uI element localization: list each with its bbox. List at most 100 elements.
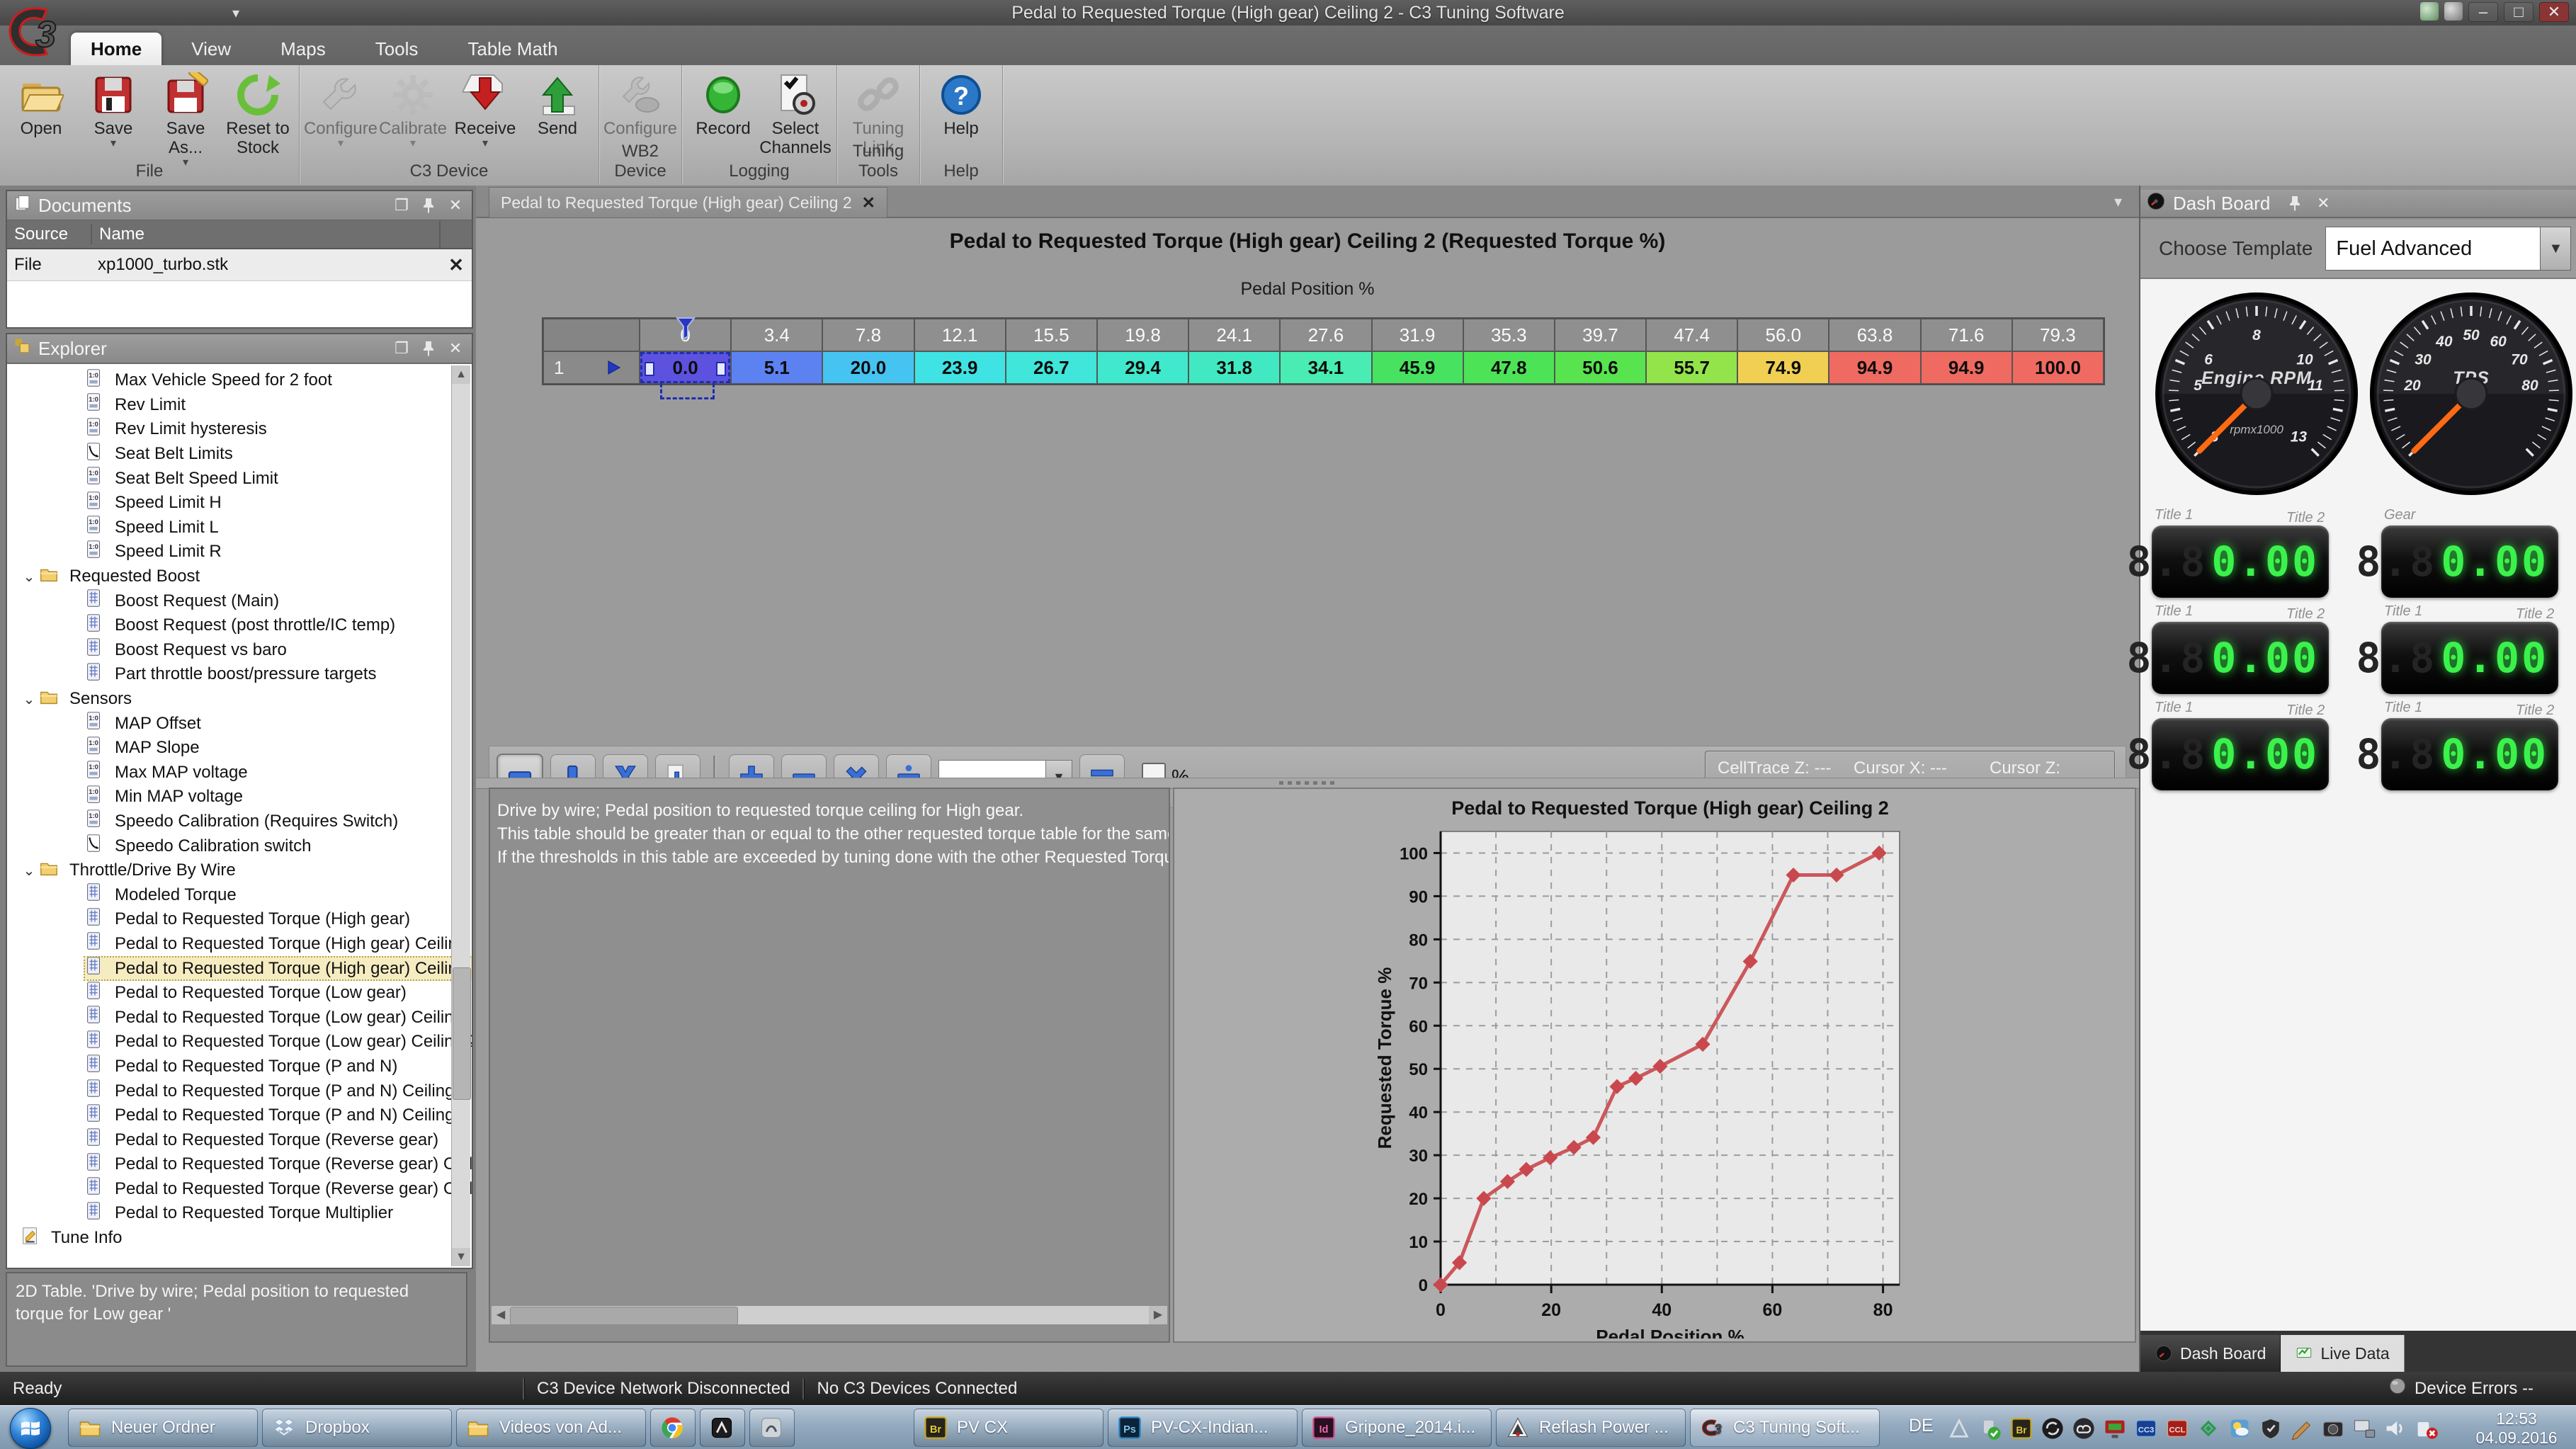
table-cell[interactable]: 31.8 xyxy=(1188,351,1280,384)
document-row[interactable]: Filexp1000_turbo.stk✕ xyxy=(7,249,472,281)
volume-icon[interactable] xyxy=(2383,1416,2408,1441)
table-cell[interactable]: 5.1 xyxy=(731,351,822,384)
taskbar-button-chrome[interactable] xyxy=(650,1409,696,1447)
panel-close-icon[interactable]: ✕ xyxy=(445,339,466,358)
scroll-up-icon[interactable]: ▲ xyxy=(452,365,470,384)
scroll-down-icon[interactable]: ▼ xyxy=(452,1248,470,1266)
column-header[interactable]: 71.6 xyxy=(1921,319,2012,351)
cc-blue-app-icon[interactable]: CC3 xyxy=(2133,1416,2159,1441)
tree-expand-icon[interactable]: ⌄ xyxy=(20,568,38,586)
scroll-left-icon[interactable]: ◀ xyxy=(492,1306,510,1324)
start-button[interactable] xyxy=(10,1408,51,1449)
table-cell[interactable]: 94.9 xyxy=(1829,351,1920,384)
dashboard-tab-dash-board[interactable]: Dash Board xyxy=(2140,1335,2281,1372)
explorer-item[interactable]: 1:0Rev Limit xyxy=(7,393,450,418)
column-header[interactable]: 12.1 xyxy=(914,319,1006,351)
explorer-item[interactable]: 1:0Max MAP voltage xyxy=(7,761,450,785)
explorer-item[interactable]: Speedo Calibration switch xyxy=(7,834,450,858)
panel-close-icon[interactable]: ✕ xyxy=(445,195,466,215)
pen-tablet-icon[interactable] xyxy=(2289,1416,2315,1441)
send-button[interactable]: Send xyxy=(522,69,593,138)
titlebar-icon-1[interactable] xyxy=(2420,2,2439,21)
explorer-item[interactable]: Tune Info xyxy=(7,1226,450,1251)
row-header[interactable]: 1 xyxy=(543,351,640,384)
column-header[interactable]: 7.8 xyxy=(822,319,914,351)
table-cell[interactable]: 0.0 xyxy=(640,351,731,384)
explorer-item[interactable]: Boost Request vs baro xyxy=(7,638,450,663)
column-header[interactable]: 3.4 xyxy=(731,319,822,351)
explorer-item[interactable]: Pedal to Requested Torque (Reverse gear)… xyxy=(7,1177,450,1202)
explorer-item[interactable]: Boost Request (post throttle/IC temp) xyxy=(7,613,450,638)
explorer-item[interactable]: 1:0Rev Limit hysteresis xyxy=(7,417,450,442)
menu-tab-home[interactable]: Home xyxy=(71,33,161,65)
table-cell[interactable]: 100.0 xyxy=(2012,351,2104,384)
document-tab[interactable]: Pedal to Requested Torque (High gear) Ce… xyxy=(489,187,887,217)
column-header[interactable]: 79.3 xyxy=(2012,319,2104,351)
column-header[interactable]: 56.0 xyxy=(1737,319,1829,351)
explorer-item[interactable]: 1:0Seat Belt Speed Limit xyxy=(7,466,450,491)
cc-red-app-icon[interactable]: CCL xyxy=(2164,1416,2190,1441)
taskbar-button-neuer-ordner[interactable]: Neuer Ordner xyxy=(68,1409,258,1447)
explorer-item[interactable]: Modeled Torque xyxy=(7,882,450,907)
close-button[interactable]: ✕ xyxy=(2539,2,2569,22)
column-header[interactable]: 35.3 xyxy=(1463,319,1555,351)
network-error-icon[interactable] xyxy=(2414,1416,2439,1441)
panel-pin-icon[interactable] xyxy=(418,195,439,215)
signal-tower-icon[interactable] xyxy=(1946,1416,1972,1441)
column-header[interactable]: 39.7 xyxy=(1555,319,1646,351)
explorer-item[interactable]: Pedal to Requested Torque (Low gear) Cei… xyxy=(7,1005,450,1030)
explorer-item[interactable]: Pedal to Requested Torque (P and N) Ceil… xyxy=(7,1103,450,1128)
column-header[interactable]: 19.8 xyxy=(1097,319,1188,351)
menu-tab-table-math[interactable]: Table Math xyxy=(448,33,577,65)
shield-icon[interactable] xyxy=(2258,1416,2283,1441)
menu-tab-tools[interactable]: Tools xyxy=(356,33,438,65)
document-close-icon[interactable]: ✕ xyxy=(441,254,472,276)
taskbar-button-videos-von-ad-[interactable]: Videos von Ad... xyxy=(456,1409,646,1447)
explorer-item[interactable]: Pedal to Requested Torque (P and N) Ceil… xyxy=(7,1079,450,1103)
green-sync-icon[interactable] xyxy=(2196,1416,2221,1441)
bridge-tray-icon[interactable]: Br xyxy=(2009,1416,2034,1441)
dashboard-tab-live-data[interactable]: Live Data xyxy=(2281,1335,2404,1372)
device-errors-icon[interactable] xyxy=(2388,1376,2407,1401)
tree-expand-icon[interactable]: ⌄ xyxy=(20,691,38,708)
table-cell[interactable]: 50.6 xyxy=(1555,351,1646,384)
template-select[interactable]: Fuel Advanced ▼ xyxy=(2325,227,2571,271)
explorer-item[interactable]: Boost Request (Main) xyxy=(7,589,450,613)
weather-app-icon[interactable] xyxy=(2227,1416,2252,1441)
panel-restore-icon[interactable]: ❐ xyxy=(391,195,412,215)
explorer-item[interactable]: Pedal to Requested Torque (Low gear) xyxy=(7,981,450,1006)
explorer-item[interactable]: ⌄Throttle/Drive By Wire xyxy=(7,858,450,883)
taskbar-button-c3-tuning-soft-[interactable]: 3C3 Tuning Soft... xyxy=(1690,1409,1880,1447)
table-cell[interactable]: 26.7 xyxy=(1006,351,1097,384)
explorer-item[interactable]: ⌄Sensors xyxy=(7,687,450,712)
taskbar-button-dropbox[interactable]: Dropbox xyxy=(262,1409,452,1447)
taskbar-button-pv-cx-indian-[interactable]: PsPV-CX-Indian... xyxy=(1108,1409,1298,1447)
explorer-item[interactable]: 1:0MAP Slope xyxy=(7,736,450,761)
table-cell[interactable]: 23.9 xyxy=(914,351,1006,384)
panel-close-icon[interactable]: ✕ xyxy=(2313,193,2334,213)
explorer-item[interactable]: 1:0MAP Offset xyxy=(7,711,450,736)
scroll-right-icon[interactable]: ▶ xyxy=(1149,1306,1167,1324)
column-header[interactable]: 15.5 xyxy=(1006,319,1097,351)
taskbar-button-gripone-2014-i-[interactable]: IdGripone_2014.i... xyxy=(1302,1409,1492,1447)
network-monitor-icon[interactable] xyxy=(2351,1416,2377,1441)
minimize-button[interactable]: – xyxy=(2468,2,2498,22)
explorer-item[interactable]: Pedal to Requested Torque (High gear) xyxy=(7,907,450,932)
explorer-item[interactable]: Pedal to Requested Torque (P and N) xyxy=(7,1055,450,1079)
explorer-item[interactable]: Pedal to Requested Torque Multiplier xyxy=(7,1201,450,1226)
explorer-item[interactable]: Pedal to Requested Torque (High gear) Ce… xyxy=(7,932,450,957)
explorer-scrollbar[interactable]: ▲ ▼ xyxy=(451,365,470,1266)
column-header[interactable]: 47.4 xyxy=(1646,319,1737,351)
save-button[interactable]: Save▾ xyxy=(78,69,149,148)
column-header[interactable]: 27.6 xyxy=(1280,319,1371,351)
column-header[interactable]: 24.1 xyxy=(1188,319,1280,351)
panel-pin-icon[interactable] xyxy=(418,339,439,358)
maximize-button[interactable]: □ xyxy=(2504,2,2534,22)
usb-ok-icon[interactable] xyxy=(1978,1416,2003,1441)
explorer-item[interactable]: 1:0Min MAP voltage xyxy=(7,785,450,809)
taskbar-button-pv-cx[interactable]: BrPV CX xyxy=(914,1409,1103,1447)
explorer-item[interactable]: Pedal to Requested Torque (Reverse gear) xyxy=(7,1127,450,1152)
menu-tab-view[interactable]: View xyxy=(171,33,251,65)
explorer-item[interactable]: 1:0Speed Limit R xyxy=(7,540,450,564)
explorer-item[interactable]: ⌄Requested Boost xyxy=(7,564,450,589)
